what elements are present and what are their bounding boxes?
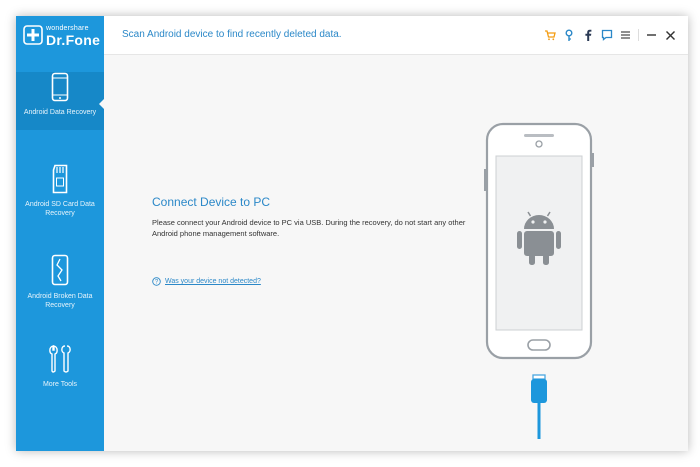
help-link-label: Was your device not detected? [165,278,261,285]
phone-illustration [484,122,594,439]
feedback-icon[interactable] [597,26,616,44]
key-icon[interactable] [559,26,578,44]
sd-card-icon [52,164,68,194]
sidebar-item-label: More Tools [42,381,78,388]
phone-icon [51,72,69,102]
menu-icon[interactable] [616,26,635,44]
header-title: Scan Android device to find recently del… [122,29,342,40]
usb-cable-icon [531,374,547,439]
sidebar-item-more-tools[interactable]: More Tools [16,344,104,394]
header-toolbar [540,26,680,44]
drfone-logo-icon [23,25,43,45]
sidebar-item-label: Android Data Recovery [23,109,97,116]
sidebar-item-android-sd-card-data-recovery[interactable]: Android SD Card Data Recovery [16,164,104,226]
close-icon[interactable] [661,26,680,44]
device-not-detected-link[interactable]: ? Was your device not detected? [152,277,261,286]
instruction-text: Please connect your Android device to PC… [152,218,466,238]
sidebar-item-label: Android Broken Data Recovery [27,293,93,309]
help-icon: ? [152,277,161,286]
page-title: Connect Device to PC [152,195,271,209]
sidebar-item-android-broken-data-recovery[interactable]: Android Broken Data Recovery [16,254,104,316]
toolbar-divider [638,29,639,41]
facebook-icon[interactable] [578,26,597,44]
brand-small: wondershare [46,25,89,32]
app-window: wondershare Dr.Fone Android Data Recover… [16,16,688,451]
sidebar-item-android-data-recovery[interactable]: Android Data Recovery [16,72,104,130]
cart-icon[interactable] [540,26,559,44]
title-bar: Scan Android device to find recently del… [104,16,688,55]
main-panel: Connect Device to PC Please connect your… [104,55,688,451]
broken-phone-icon [51,254,69,286]
sidebar-item-label: Android SD Card Data Recovery [25,201,95,217]
minimize-icon[interactable] [642,26,661,44]
brand-logo: wondershare Dr.Fone [16,16,104,56]
sidebar: wondershare Dr.Fone Android Data Recover… [16,16,105,451]
tools-icon [49,345,71,373]
brand-name: Dr.Fone [46,32,101,48]
